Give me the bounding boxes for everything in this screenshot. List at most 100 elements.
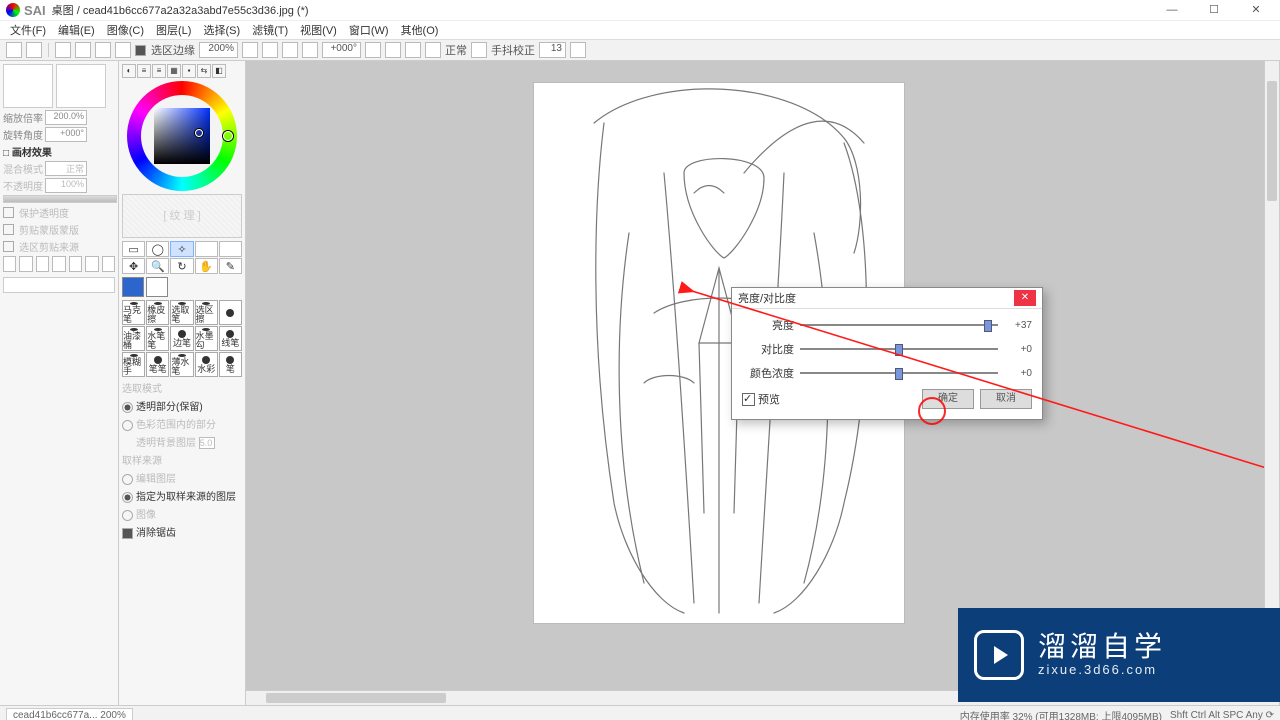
mode-rgb[interactable]: ≡ [137,64,151,78]
menu-layer[interactable]: 图层(L) [152,22,195,38]
chk-selection-source[interactable]: 选区剪贴来源 [3,239,115,254]
brush-bucket[interactable]: 油漆桶 [122,326,145,351]
stabilizer-toggle[interactable] [570,42,586,58]
opt-editlayer[interactable]: 编辑图层 [122,470,242,485]
brush-pen2[interactable]: 笔 [219,352,242,377]
cancel-button[interactable]: 取消 [980,389,1032,409]
opt-sourcelayer[interactable]: 指定为取样来源的图层 [122,488,242,503]
rot-reset[interactable] [405,42,421,58]
brush-water[interactable]: 水笔笔 [146,326,169,351]
hue-cursor[interactable] [223,131,233,141]
brightness-handle[interactable] [984,320,992,332]
color-depth-handle[interactable] [895,368,903,380]
menu-filter[interactable]: 滤镜(T) [248,22,292,38]
layer-btn-7[interactable] [102,256,115,272]
blend-button[interactable] [471,42,487,58]
brush-marker[interactable]: 马克笔 [122,300,145,325]
mode-sample[interactable]: ◧ [212,64,226,78]
zoom-fit[interactable] [282,42,298,58]
tb-sel2[interactable] [75,42,91,58]
brightness-slider[interactable] [800,324,998,326]
preview-checkbox[interactable]: 预览 [742,391,780,407]
rotation-field[interactable]: +000° [322,42,361,58]
texture-area[interactable]: [ 纹 理 ] [122,194,242,238]
brush-empty1[interactable] [219,300,242,325]
layer-btn-1[interactable] [3,256,16,272]
menu-file[interactable]: 文件(F) [6,22,50,38]
menu-other[interactable]: 其他(O) [397,22,443,38]
selection-edge-toggle[interactable]: 选区边缘 [135,42,195,58]
status-document[interactable]: cead41b6cc677a... 200% [6,708,133,720]
contrast-handle[interactable] [895,344,903,356]
dialog-close-button[interactable]: ✕ [1014,290,1036,306]
menu-image[interactable]: 图像(C) [103,22,148,38]
vscroll-thumb[interactable] [1267,81,1277,201]
blend-mini[interactable]: 正常 [45,161,87,176]
menu-select[interactable]: 选择(S) [199,22,244,38]
stabilizer-field[interactable]: 13 [539,42,566,58]
layer-btn-5[interactable] [69,256,82,272]
tb-redo[interactable] [26,42,42,58]
dialog-titlebar[interactable]: 亮度/对比度 ✕ [732,288,1042,309]
mode-pal[interactable]: ▪ [182,64,196,78]
layer-item[interactable] [3,277,115,293]
opt-transparent[interactable]: 透明部分(保留) [122,398,242,413]
menu-edit[interactable]: 编辑(E) [54,22,99,38]
tool-rotate[interactable]: ↻ [170,258,193,274]
tb-undo[interactable] [6,42,22,58]
zoom-field[interactable]: 200% [199,42,238,58]
flip-h[interactable] [425,42,441,58]
layer-btn-3[interactable] [36,256,49,272]
hscroll-thumb[interactable] [266,693,446,703]
menu-window[interactable]: 窗口(W) [345,22,393,38]
tool-zoom[interactable]: 🔍 [146,258,169,274]
opt-threshold[interactable]: 5.0 [199,437,216,449]
tb-sel3[interactable] [95,42,111,58]
opt-image[interactable]: 图像 [122,506,242,521]
mode-hsv[interactable]: ≡ [152,64,166,78]
op-mini[interactable]: 100% [45,178,87,193]
brush-eraser[interactable]: 橡皮擦 [146,300,169,325]
brush-edge[interactable]: 边笔 [170,326,193,351]
vertical-scrollbar[interactable] [1264,61,1279,691]
brush-blur[interactable]: 模糊手 [122,352,145,377]
tool-lasso[interactable]: ◯ [146,241,169,257]
nav-thumb-document[interactable] [3,64,53,108]
brush-seleraser[interactable]: 选区擦 [195,300,218,325]
zoom-in[interactable] [262,42,278,58]
opacity-slider[interactable] [3,195,117,203]
nav-thumb-layer[interactable] [56,64,106,108]
color-depth-slider[interactable] [800,372,998,374]
mode-ring[interactable]: ◐ [122,64,136,78]
zoom-out[interactable] [242,42,258,58]
brush-ink[interactable]: 水墨勾 [195,326,218,351]
color-wheel[interactable] [127,81,237,191]
brush-pen[interactable]: 笔笔 [146,352,169,377]
layer-btn-4[interactable] [52,256,65,272]
minimize-button[interactable]: — [1152,1,1192,19]
opt-colorrange[interactable]: 色彩范围内的部分 [122,416,242,431]
mode-swap[interactable]: ⇆ [197,64,211,78]
sv-cursor[interactable] [195,129,203,137]
tool-move[interactable]: ✥ [122,258,145,274]
tool-hand[interactable]: ✋ [195,258,218,274]
zoom-mini[interactable]: 200.0% [45,110,87,125]
tool-rect-sel[interactable]: ▭ [122,241,145,257]
layer-btn-2[interactable] [19,256,32,272]
foreground-swatch[interactable] [122,277,144,297]
rot-mini[interactable]: +000° [45,127,87,142]
rot-cw[interactable] [385,42,401,58]
menu-view[interactable]: 视图(V) [296,22,341,38]
chk-protect-alpha[interactable]: 保护透明度 [3,205,115,220]
maximize-button[interactable]: ☐ [1194,1,1234,19]
background-swatch[interactable] [146,277,168,297]
brush-selpen[interactable]: 选取笔 [170,300,193,325]
tb-sel4[interactable] [115,42,131,58]
brush-thinwater[interactable]: 薄水笔 [170,352,193,377]
opt-antialias[interactable]: 消除锯齿 [122,524,242,539]
brush-wc[interactable]: 水彩 [195,352,218,377]
rot-ccw[interactable] [365,42,381,58]
brush-line[interactable]: 线笔 [219,326,242,351]
tool-picker[interactable]: ✎ [219,258,242,274]
mode-gray[interactable]: ▦ [167,64,181,78]
